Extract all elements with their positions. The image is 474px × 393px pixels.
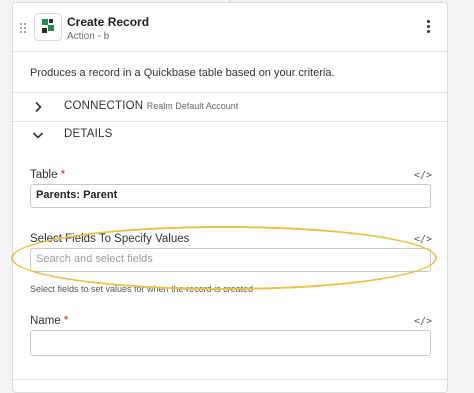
required-marker: * bbox=[60, 169, 66, 181]
create-record-step-card: Create Record Action - b Produces a reco… bbox=[12, 2, 448, 393]
select-fields-label: Select Fields To Specify Values bbox=[30, 233, 190, 245]
code-icon[interactable]: </> bbox=[414, 234, 432, 245]
quickbase-logo-icon bbox=[34, 13, 62, 41]
section-details-toggle[interactable]: DETAILS bbox=[13, 121, 447, 149]
connection-account-label: Realm Default Account bbox=[146, 101, 239, 111]
divider bbox=[13, 379, 447, 380]
table-field-label: Table * bbox=[30, 169, 66, 181]
code-icon[interactable]: </> bbox=[414, 316, 432, 327]
name-field-input[interactable] bbox=[30, 330, 431, 356]
chevron-down-icon bbox=[32, 132, 44, 139]
code-icon[interactable]: </> bbox=[414, 170, 432, 181]
section-details-label: DETAILS bbox=[64, 128, 113, 140]
chevron-right-icon bbox=[35, 101, 42, 113]
name-field-label: Name * bbox=[30, 315, 69, 327]
required-marker: * bbox=[63, 315, 69, 327]
more-vertical-icon[interactable] bbox=[422, 19, 436, 35]
table-select-input[interactable]: Parents: Parent bbox=[30, 184, 431, 208]
section-connection-toggle[interactable]: CONNECTION Realm Default Account bbox=[13, 93, 447, 121]
section-connection-label: CONNECTION Realm Default Account bbox=[64, 100, 239, 112]
step-subtitle: Action - b bbox=[67, 31, 110, 42]
step-description: Produces a record in a Quickbase table b… bbox=[30, 67, 335, 79]
select-fields-search-input[interactable]: Search and select fields bbox=[30, 248, 431, 272]
drag-handle-icon[interactable] bbox=[20, 23, 28, 33]
step-header: Create Record Action - b bbox=[13, 3, 447, 52]
select-fields-helper-text: Select fields to set values for when the… bbox=[30, 284, 254, 294]
step-title: Create Record bbox=[67, 15, 150, 29]
